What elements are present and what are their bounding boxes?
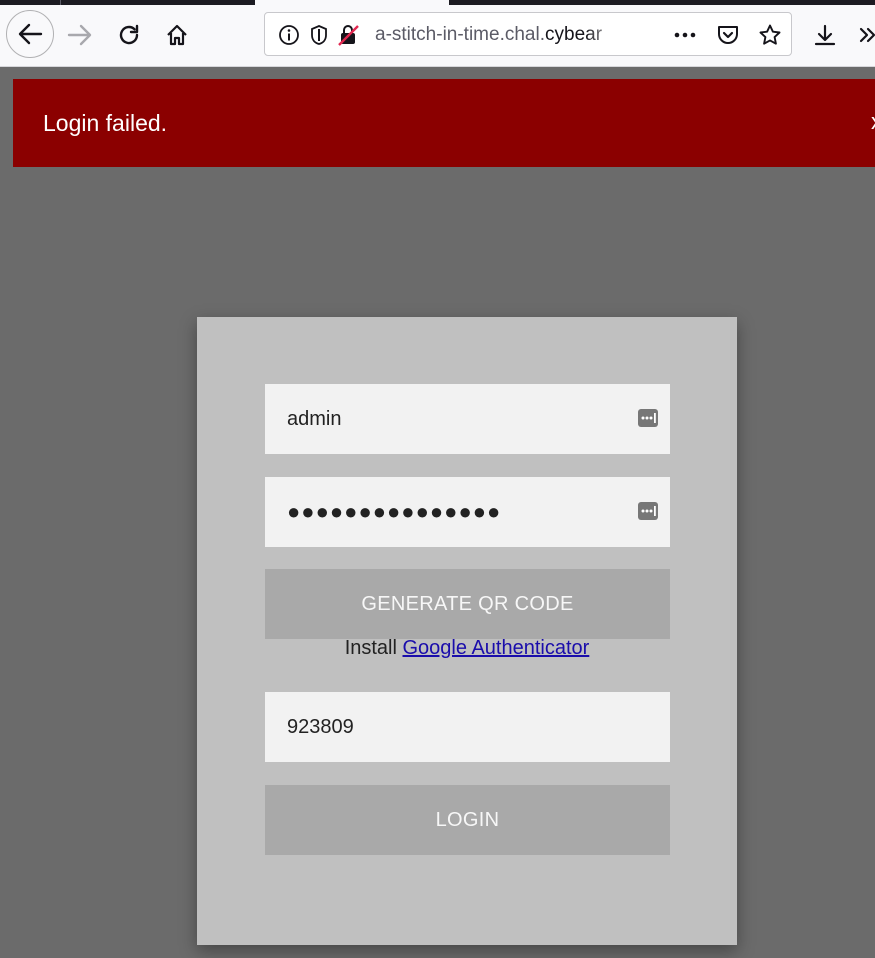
password-field[interactable]: ●●●●●●●●●●●●●●● bbox=[265, 477, 670, 547]
alert-close-button[interactable]: x bbox=[871, 109, 875, 135]
ellipsis-icon[interactable] bbox=[673, 23, 697, 47]
url-text[interactable]: a-stitch-in-time.chal.cybear bbox=[375, 23, 623, 47]
navigation-toolbar: a-stitch-in-time.chal.cybear bbox=[0, 5, 875, 67]
login-failed-alert: Login failed. x bbox=[13, 79, 875, 167]
login-card: admin ●●●●●●●●●●●●●●● GENERATE QR CODE I… bbox=[197, 317, 737, 945]
home-button[interactable] bbox=[155, 13, 199, 57]
url-domain: cybear bbox=[545, 24, 603, 45]
username-field[interactable]: admin bbox=[265, 384, 670, 454]
password-value: ●●●●●●●●●●●●●●● bbox=[287, 499, 502, 524]
password-manager-icon[interactable] bbox=[637, 407, 659, 429]
url-prefix: a-stitch-in-time.chal. bbox=[375, 24, 545, 45]
url-bar[interactable]: a-stitch-in-time.chal.cybear bbox=[264, 12, 792, 56]
info-icon[interactable] bbox=[277, 23, 301, 47]
alert-message: Login failed. bbox=[43, 110, 168, 136]
downloads-button[interactable] bbox=[806, 13, 844, 57]
google-authenticator-link[interactable]: Google Authenticator bbox=[403, 637, 590, 659]
otp-field[interactable]: 923809 bbox=[265, 692, 670, 762]
overflow-menu-button[interactable] bbox=[852, 13, 875, 57]
star-icon[interactable] bbox=[758, 23, 782, 47]
shield-icon[interactable] bbox=[307, 23, 331, 47]
forward-arrow-icon bbox=[67, 22, 93, 48]
otp-value: 923809 bbox=[287, 716, 354, 738]
home-icon bbox=[165, 23, 189, 47]
back-button[interactable] bbox=[6, 10, 54, 58]
password-manager-icon[interactable] bbox=[637, 500, 659, 522]
forward-button[interactable] bbox=[58, 13, 102, 57]
username-value: admin bbox=[287, 408, 342, 430]
download-icon bbox=[813, 23, 837, 47]
pocket-icon[interactable] bbox=[716, 23, 740, 47]
login-button[interactable]: LOGIN bbox=[265, 785, 670, 855]
reload-button[interactable] bbox=[107, 13, 151, 57]
install-authenticator-line: Install Google Authenticator bbox=[197, 637, 737, 660]
back-arrow-icon bbox=[17, 21, 43, 47]
chevron-overflow-icon bbox=[855, 23, 875, 47]
reload-icon bbox=[117, 23, 141, 47]
install-prefix: Install bbox=[344, 637, 403, 659]
generate-qr-code-button[interactable]: GENERATE QR CODE bbox=[265, 569, 670, 639]
insecure-lock-icon[interactable] bbox=[337, 23, 361, 47]
